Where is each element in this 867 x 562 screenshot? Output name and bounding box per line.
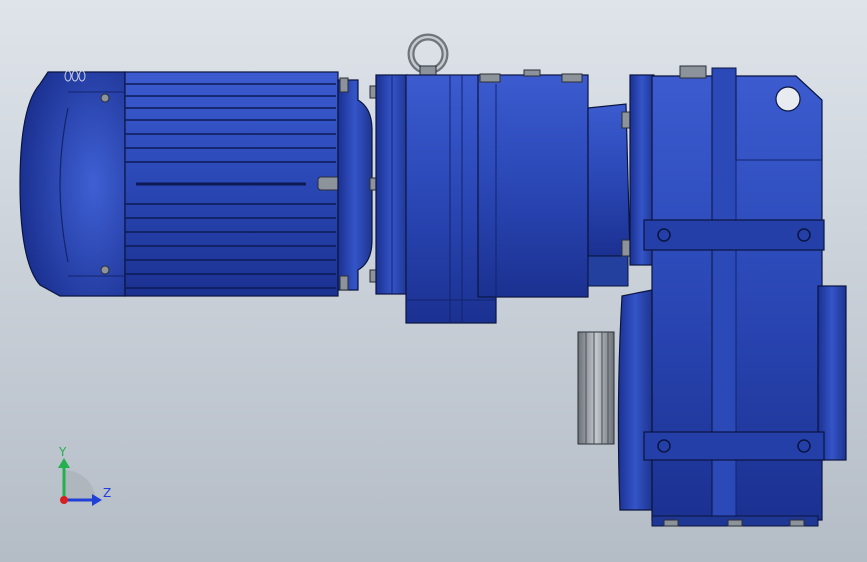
housing-bolt-icon xyxy=(561,73,583,83)
lifting-eye[interactable] xyxy=(407,33,449,77)
upper-clamp-band xyxy=(643,219,825,251)
cad-viewport[interactable]: Y Z xyxy=(0,0,867,562)
z-axis-label: Z xyxy=(103,486,111,500)
cover-screw-icon xyxy=(100,93,110,103)
housing-bolt-icon xyxy=(523,69,541,77)
main-gearbox-housing[interactable] xyxy=(617,65,847,527)
primary-gear-stage[interactable] xyxy=(375,69,589,324)
housing-bolt-icon xyxy=(679,65,707,79)
housing-bolt-icon xyxy=(479,73,501,83)
flange-bolt-icon xyxy=(339,275,349,291)
cover-screw-icon xyxy=(100,265,110,275)
base-bolt-icon xyxy=(727,519,743,527)
base-bolt-icon xyxy=(789,519,805,527)
base-bolt-icon xyxy=(663,519,679,527)
lower-clamp-band xyxy=(643,431,825,461)
y-axis-label: Y xyxy=(58,445,67,459)
axis-triad: Y Z xyxy=(58,445,111,506)
gearmotor-model[interactable]: Y Z xyxy=(0,0,867,562)
motor-flange[interactable] xyxy=(337,77,379,291)
origin-icon xyxy=(60,496,68,504)
mounting-hole-icon xyxy=(775,86,801,112)
coupling-bolt-icon xyxy=(621,239,631,257)
motor-fan-cover[interactable] xyxy=(19,70,126,297)
motor-housing[interactable] xyxy=(124,71,349,297)
coupling-bolt-icon xyxy=(621,111,631,129)
flange-bolt-icon xyxy=(339,77,349,93)
output-flange-disc[interactable] xyxy=(577,331,615,445)
intermediate-coupling[interactable] xyxy=(587,103,631,287)
